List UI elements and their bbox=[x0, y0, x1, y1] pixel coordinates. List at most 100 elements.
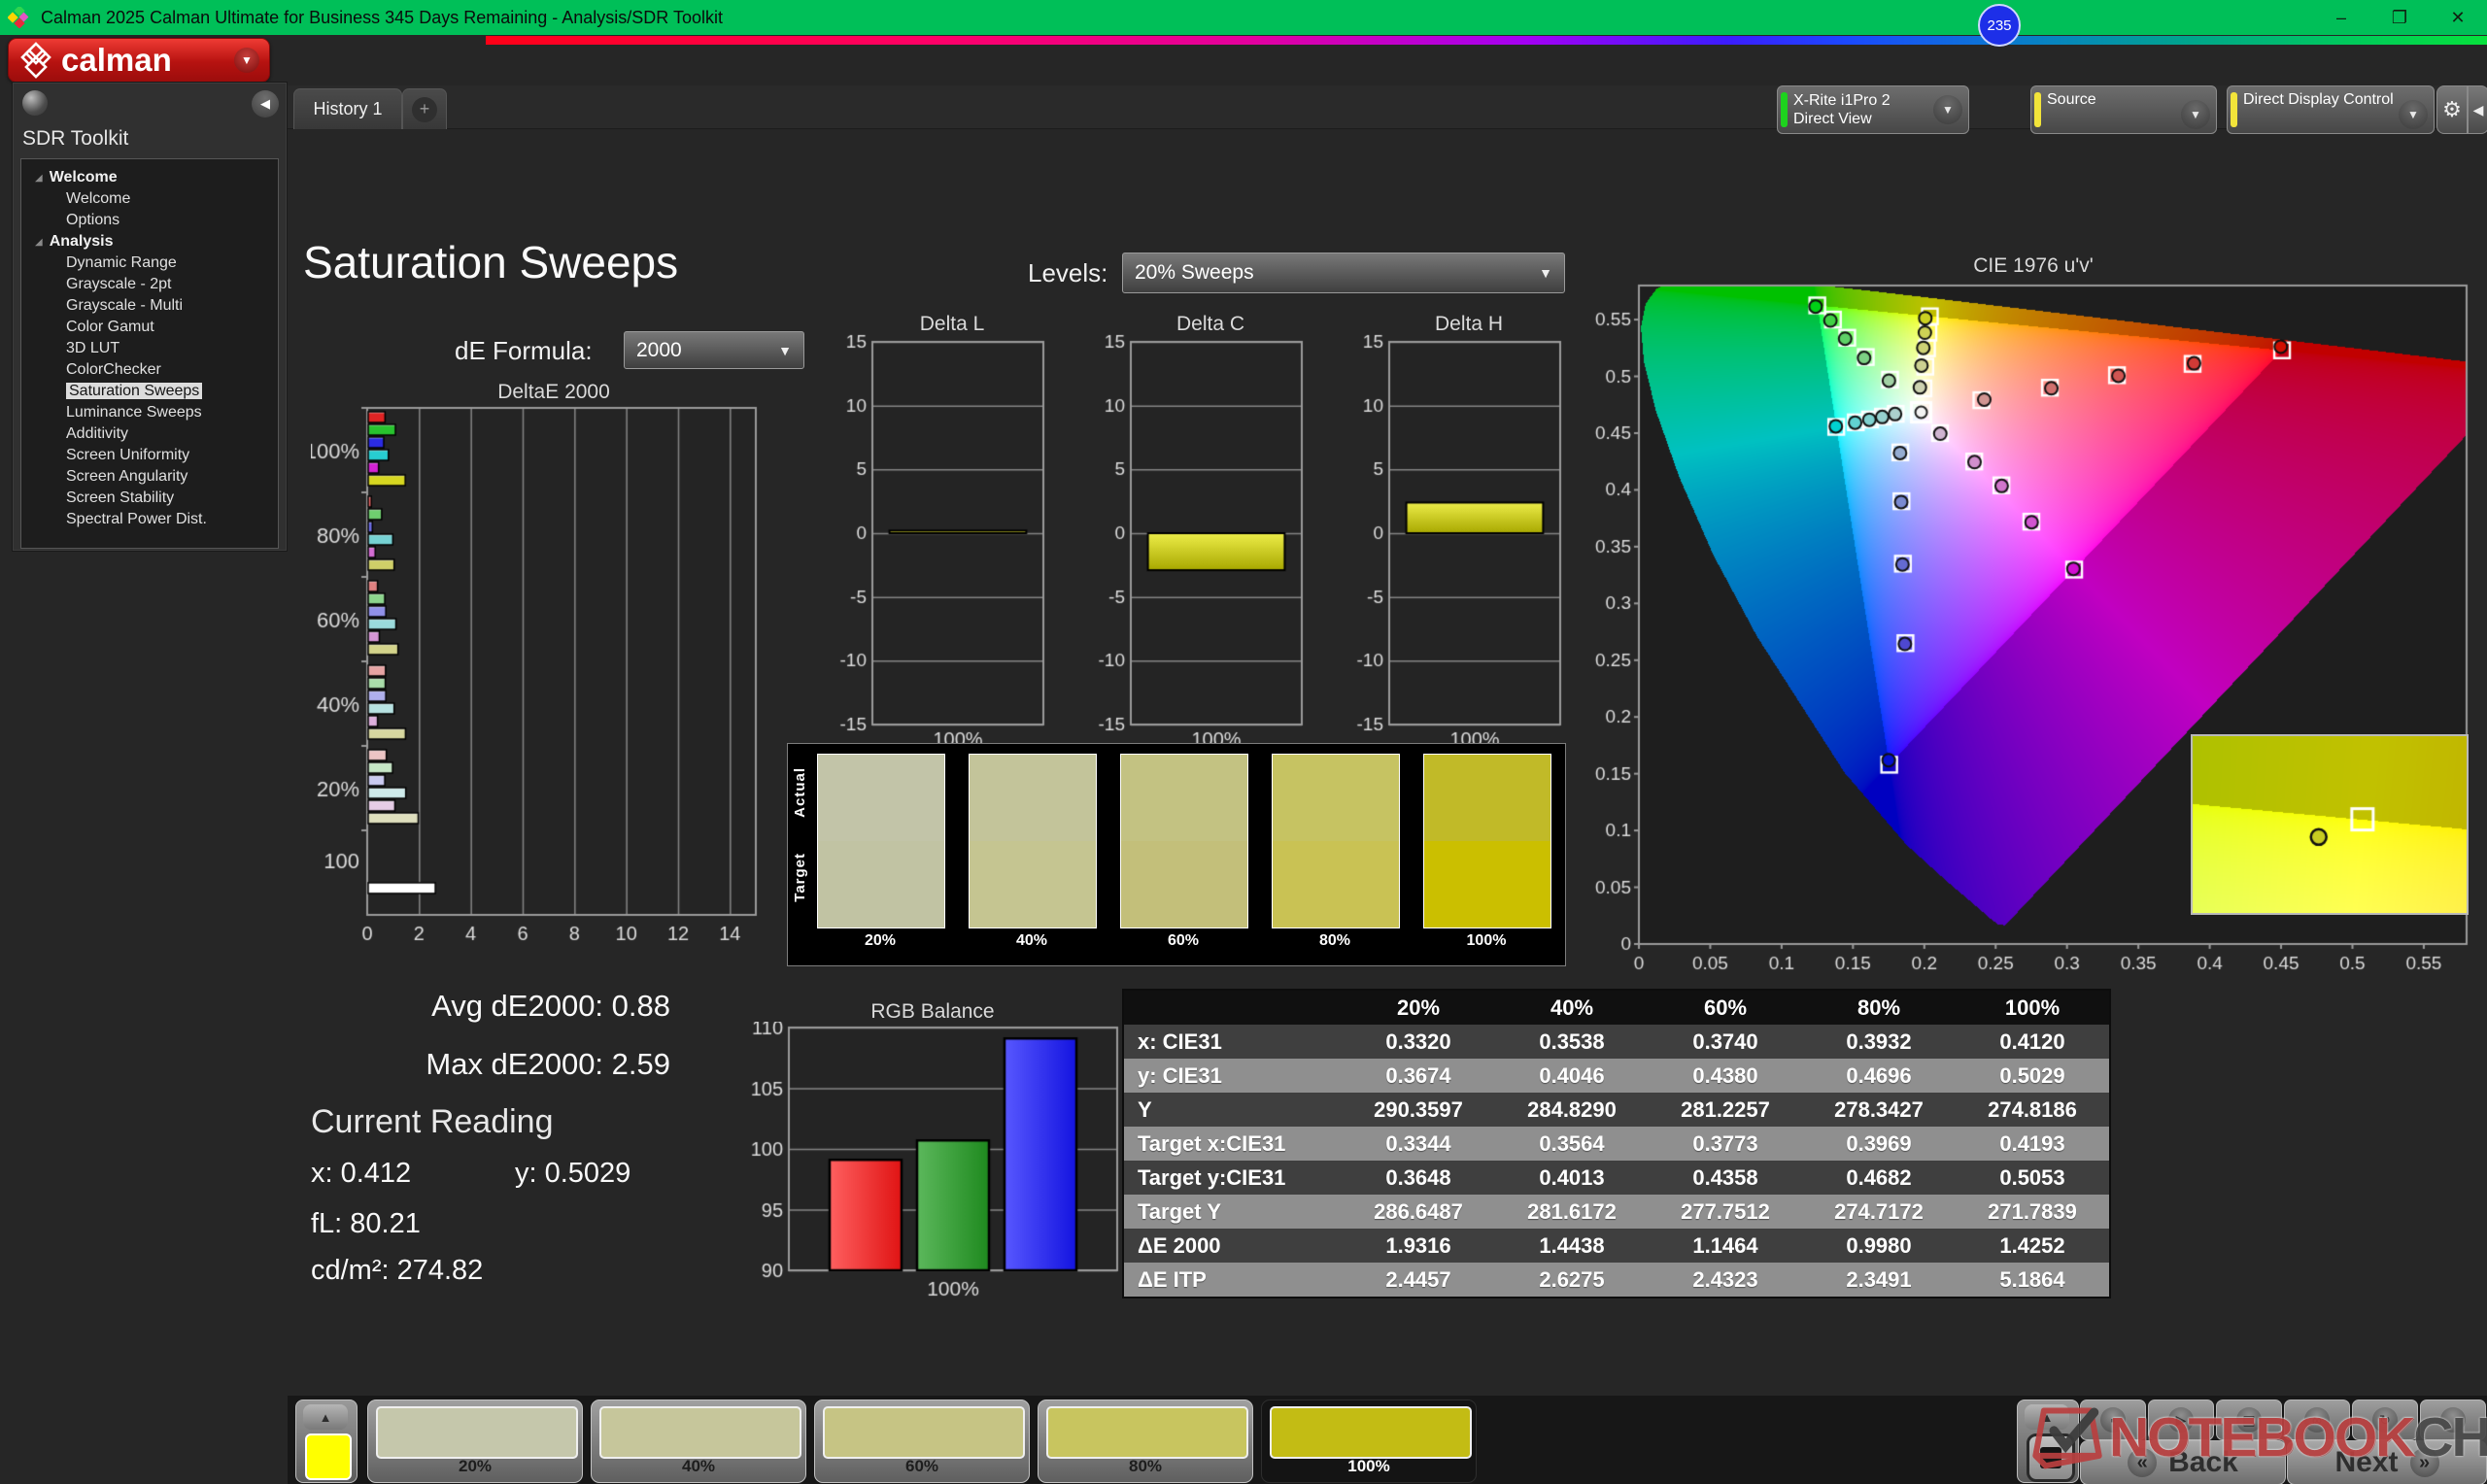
display-control-dropdown[interactable]: Direct Display Control ▼ bbox=[2227, 85, 2435, 134]
next-button[interactable]: Next » bbox=[2287, 1440, 2487, 1484]
tree-item-label: Dynamic Range bbox=[66, 254, 177, 271]
avg-de2000-stat: Avg dE2000: 0.88 bbox=[431, 989, 670, 1023]
add-tab-icon: + bbox=[412, 96, 437, 122]
sidebar-title: SDR Toolkit bbox=[22, 127, 129, 150]
loop-transport-button[interactable]: ∞ bbox=[2284, 1400, 2350, 1440]
tree-item-dynamic-range[interactable]: Dynamic Range bbox=[21, 253, 278, 274]
histogram-transport-button[interactable]: ▥ bbox=[2216, 1400, 2282, 1440]
table-cell: 0.4682 bbox=[1846, 1164, 1912, 1190]
minimize-button[interactable]: – bbox=[2312, 0, 2370, 35]
blank-transport-button[interactable] bbox=[2420, 1400, 2486, 1440]
pattern-card-label: 20% bbox=[458, 1457, 493, 1475]
tree-group-analysis[interactable]: ◢ Analysis bbox=[21, 231, 278, 253]
tree-item-welcome[interactable]: Welcome bbox=[21, 188, 278, 210]
current-pattern-swatch[interactable] bbox=[305, 1433, 352, 1480]
tree-item-screen-stability[interactable]: Screen Stability bbox=[21, 488, 278, 509]
table-cell: 0.3538 bbox=[1539, 1029, 1605, 1054]
tree-item-colorchecker[interactable]: ColorChecker bbox=[21, 359, 278, 381]
next-button-label: Next bbox=[2334, 1446, 2399, 1478]
table-cell: 0.5053 bbox=[1999, 1164, 2065, 1190]
table-cell: 0.4358 bbox=[1692, 1164, 1758, 1190]
settings-gear-button[interactable]: ⚙ bbox=[2436, 85, 2468, 134]
pattern-card-100%[interactable]: 100% bbox=[1261, 1400, 1477, 1483]
tree-group-welcome[interactable]: ◢ Welcome bbox=[21, 167, 278, 188]
tree-item-grayscale-2pt[interactable]: Grayscale - 2pt bbox=[21, 274, 278, 295]
stop-transport-button[interactable]: ▪ bbox=[2080, 1400, 2146, 1440]
sidebar-collapse-icon[interactable]: ◀ bbox=[252, 90, 279, 118]
add-tab-button[interactable]: + bbox=[402, 88, 447, 129]
refresh-transport-button[interactable]: ↻ bbox=[2352, 1400, 2418, 1440]
table-cell: 271.7839 bbox=[1988, 1198, 2077, 1224]
measurement-table-body: x: CIE31 0.3320 0.3538 0.3740 0.3932 0.4120 y:… bbox=[1123, 1025, 2110, 1298]
tree-item-screen-angularity[interactable]: Screen Angularity bbox=[21, 466, 278, 488]
tree-item-grayscale-multi[interactable]: Grayscale - Multi bbox=[21, 295, 278, 317]
measurement-table-header: 20% 40% 60% 80% 100% bbox=[1123, 990, 2110, 1025]
table-column-header: 60% bbox=[1649, 990, 1802, 1025]
table-row-label: ΔE ITP bbox=[1138, 1266, 1207, 1292]
loop-icon: ∞ bbox=[2304, 1407, 2330, 1433]
tree-item-luminance-sweeps[interactable]: Luminance Sweeps bbox=[21, 402, 278, 423]
workflow-orb-icon[interactable] bbox=[22, 90, 48, 116]
current-x-value: x: 0.412 bbox=[311, 1158, 412, 1189]
close-button[interactable]: ✕ bbox=[2429, 0, 2487, 35]
pattern-card-40%[interactable]: 40% bbox=[591, 1400, 806, 1483]
table-column-header: 100% bbox=[1956, 990, 2110, 1025]
pattern-card-80%[interactable]: 80% bbox=[1038, 1400, 1253, 1483]
pattern-card-60%[interactable]: 60% bbox=[814, 1400, 1030, 1483]
table-cell: 0.4013 bbox=[1539, 1164, 1605, 1190]
pattern-card-swatch bbox=[1046, 1406, 1248, 1459]
measure-expand-button[interactable]: ▲ bbox=[2025, 1404, 2069, 1430]
meter-count-badge[interactable]: 235 bbox=[1978, 4, 2021, 47]
levels-select-arrow-icon: ▼ bbox=[1539, 265, 1552, 281]
tree-collapse-icon[interactable]: ◢ bbox=[35, 237, 43, 248]
pattern-expand-button[interactable]: ▲ bbox=[303, 1404, 348, 1430]
swatch-column-label: 40% bbox=[1015, 932, 1048, 949]
calman-app-icon bbox=[8, 7, 29, 28]
table-cell: 290.3597 bbox=[1374, 1096, 1463, 1122]
workflow-tree: ◢ Welcome Welcome Options ◢ Analysis Dynamic R… bbox=[20, 158, 279, 549]
calman-menu-button[interactable]: calman ▼ bbox=[8, 38, 270, 83]
rgb-balance-chart-title: RGB Balance bbox=[870, 1000, 995, 1023]
source-label: Source bbox=[2047, 91, 2096, 108]
back-button[interactable]: « Back bbox=[2080, 1440, 2286, 1484]
table-cell: 281.2257 bbox=[1681, 1096, 1770, 1122]
page-title: Saturation Sweeps bbox=[303, 237, 679, 287]
tree-item-saturation-sweeps[interactable]: Saturation Sweeps bbox=[21, 381, 278, 402]
tree-item-options[interactable]: Options bbox=[21, 210, 278, 231]
pattern-card-label: 80% bbox=[1128, 1457, 1163, 1475]
target-swatch bbox=[1273, 841, 1399, 928]
table-row-label: Target x:CIE31 bbox=[1138, 1130, 1286, 1156]
tree-item-label: Options bbox=[66, 212, 120, 228]
stop-button[interactable] bbox=[2027, 1433, 2075, 1482]
table-cell: 286.6487 bbox=[1374, 1198, 1463, 1224]
levels-select[interactable]: 20% Sweeps ▼ bbox=[1122, 253, 1565, 293]
tree-item-screen-uniformity[interactable]: Screen Uniformity bbox=[21, 445, 278, 466]
tree-item-additivity[interactable]: Additivity bbox=[21, 423, 278, 445]
tree-item-label: ColorChecker bbox=[66, 361, 161, 378]
table-column-header: 40% bbox=[1495, 990, 1649, 1025]
panel-collapse-button[interactable]: ◀ bbox=[2468, 85, 2487, 134]
tree-collapse-icon[interactable]: ◢ bbox=[35, 173, 43, 184]
back-button-label: Back bbox=[2168, 1446, 2238, 1478]
table-cell: 281.6172 bbox=[1527, 1198, 1617, 1224]
table-row: Target Y 286.6487 281.6172 277.7512 274.7172… bbox=[1123, 1195, 2110, 1229]
play-transport-button[interactable]: ▶ bbox=[2148, 1400, 2214, 1440]
pattern-card-swatch bbox=[1270, 1406, 1472, 1459]
tree-item-color-gamut[interactable]: Color Gamut bbox=[21, 317, 278, 338]
actual-row-label: Actual bbox=[792, 767, 808, 818]
tree-item-label: Additivity bbox=[66, 425, 129, 442]
tree-item-3d-lut[interactable]: 3D LUT bbox=[21, 338, 278, 359]
source-dropdown[interactable]: Source ▼ bbox=[2030, 85, 2217, 134]
tree-item-label: Screen Angularity bbox=[66, 468, 188, 485]
tree-item-label: Grayscale - 2pt bbox=[66, 276, 172, 292]
swatch-column-80% bbox=[1272, 754, 1400, 928]
de-formula-select[interactable]: 2000 ▼ bbox=[624, 331, 804, 369]
table-cell: 278.3427 bbox=[1834, 1096, 1924, 1122]
pattern-card-20%[interactable]: 20% bbox=[367, 1400, 583, 1483]
tab-history-1[interactable]: History 1 bbox=[293, 88, 402, 129]
rgb-balance-chart bbox=[738, 1022, 1127, 1303]
restore-button[interactable]: ❐ bbox=[2370, 0, 2429, 35]
de-formula-select-arrow-icon: ▼ bbox=[778, 342, 792, 358]
meter-dropdown[interactable]: X-Rite i1Pro 2 Direct View ▼ bbox=[1777, 85, 1969, 134]
tree-item-spectral-power-dist-[interactable]: Spectral Power Dist. bbox=[21, 509, 278, 530]
